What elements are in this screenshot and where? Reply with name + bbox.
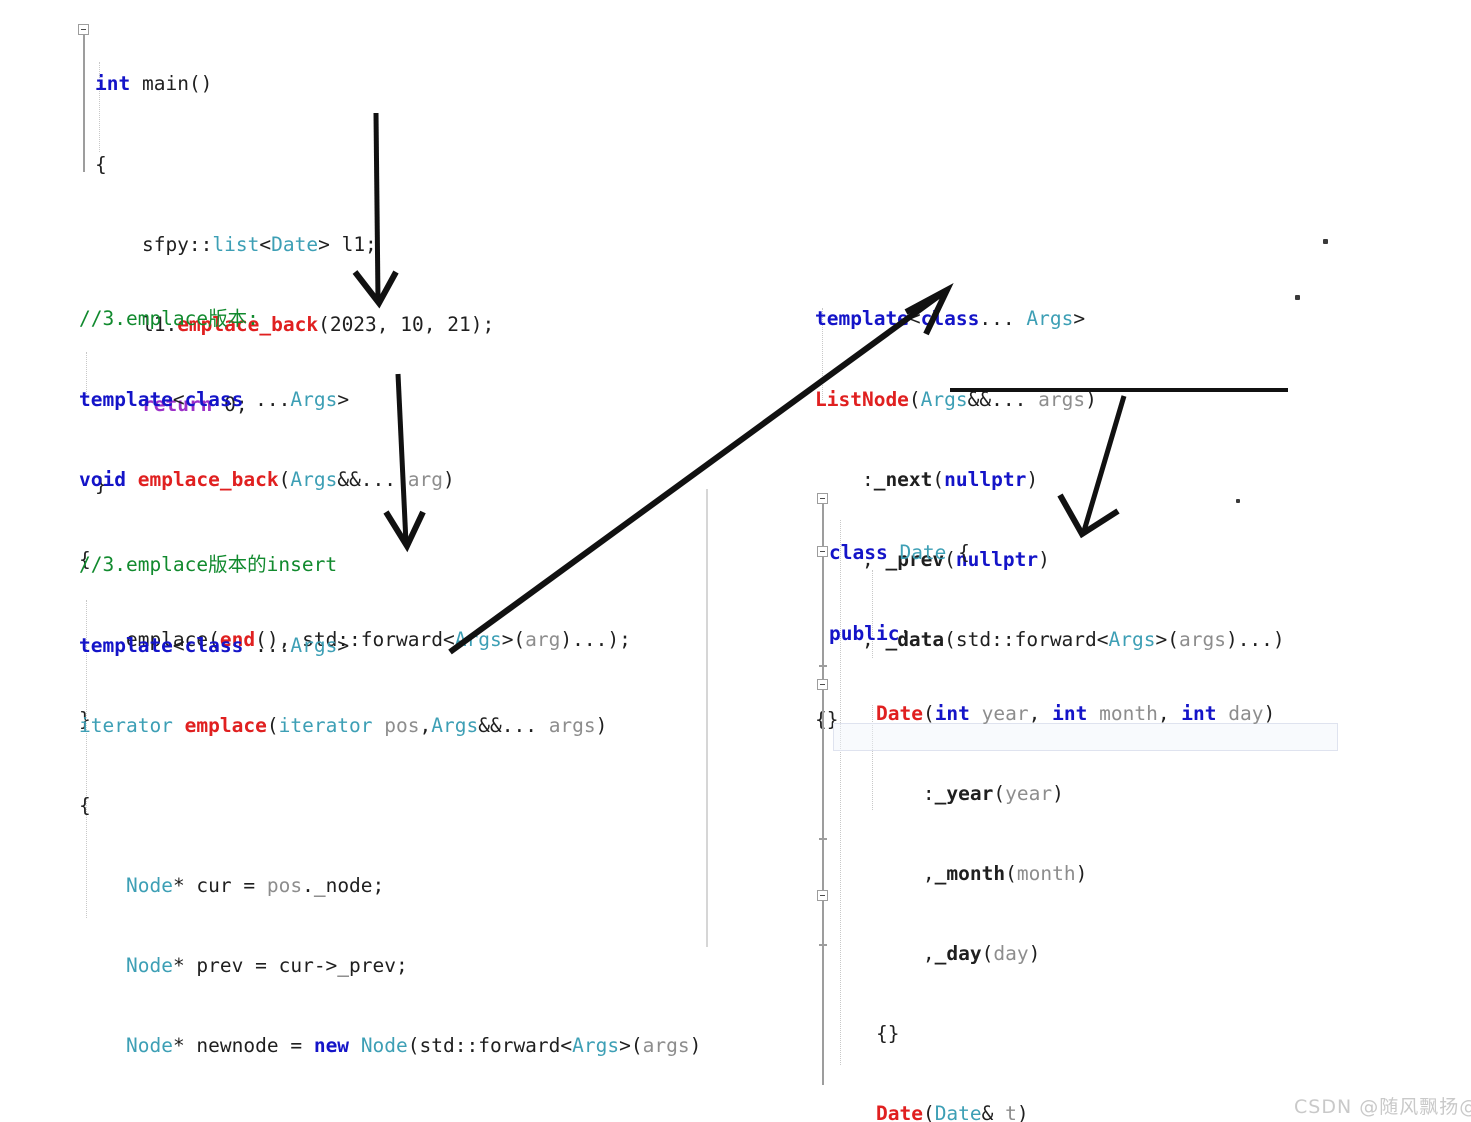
code-line: ,_month(month): [829, 861, 1088, 885]
code-line: void emplace_back(Args&&... arg): [79, 467, 455, 491]
code-line: {}: [829, 1021, 900, 1045]
date-class-gutter-bar: [822, 493, 824, 1085]
csdn-watermark: CSDN @随风飘扬@: [1294, 1096, 1471, 1118]
emplace-insert-snippet: //3.emplace版本的insert template<class ...A…: [79, 499, 701, 1122]
date-variadic-fold-toggle[interactable]: [817, 890, 828, 901]
code-line: {: [79, 793, 91, 817]
main-gutter-bar: [83, 24, 85, 172]
code-line: ,_day(day): [829, 941, 1041, 965]
code-line: Node* newnode = new Node(std::forward<Ar…: [125, 1033, 702, 1057]
screenshot-canvas: int main() { sfpy::list<Date> l1; l1.emp…: [0, 0, 1471, 1122]
ink-dot-date: [1236, 499, 1240, 503]
code-line: iterator emplace(iterator pos,Args&&... …: [79, 713, 608, 737]
code-line: Node* prev = cur->_prev;: [125, 953, 408, 977]
code-line: template<class... Args>: [815, 307, 1086, 331]
code-line: :_year(year): [829, 781, 1064, 805]
pane-divider: [706, 489, 708, 947]
code-line: //3.emplace版本:: [79, 307, 259, 331]
code-line: public:: [829, 621, 912, 645]
code-line: {: [95, 152, 107, 176]
code-line: template<class ...Args>: [79, 387, 350, 411]
code-line: Date(Date& t): [875, 1102, 1029, 1122]
code-line: Node* cur = pos._node;: [125, 873, 385, 897]
data-forward-underline: [950, 388, 1288, 392]
date-copyctor-fold-toggle[interactable]: [817, 679, 828, 690]
date-variadic-fold-end: [819, 944, 827, 946]
code-line: //3.emplace版本的insert: [79, 553, 338, 577]
code-line: int main(): [95, 72, 213, 96]
main-fold-toggle[interactable]: [78, 24, 89, 35]
date-class-fold-toggle[interactable]: [817, 493, 828, 504]
date-ctor-fold-toggle[interactable]: [817, 546, 828, 557]
ink-dot-upper: [1323, 239, 1328, 244]
date-ctor-fold-end: [819, 665, 827, 667]
code-line: Date(int year, int month, int day): [875, 701, 1276, 725]
code-line: class Date {: [829, 541, 970, 565]
ink-dot-lower: [1295, 295, 1300, 300]
code-line: template<class ...Args>: [79, 633, 350, 657]
date-class-snippet: class Date { public: Date(int year, int …: [829, 487, 1275, 1122]
date-copyctor-fold-end: [819, 838, 827, 840]
